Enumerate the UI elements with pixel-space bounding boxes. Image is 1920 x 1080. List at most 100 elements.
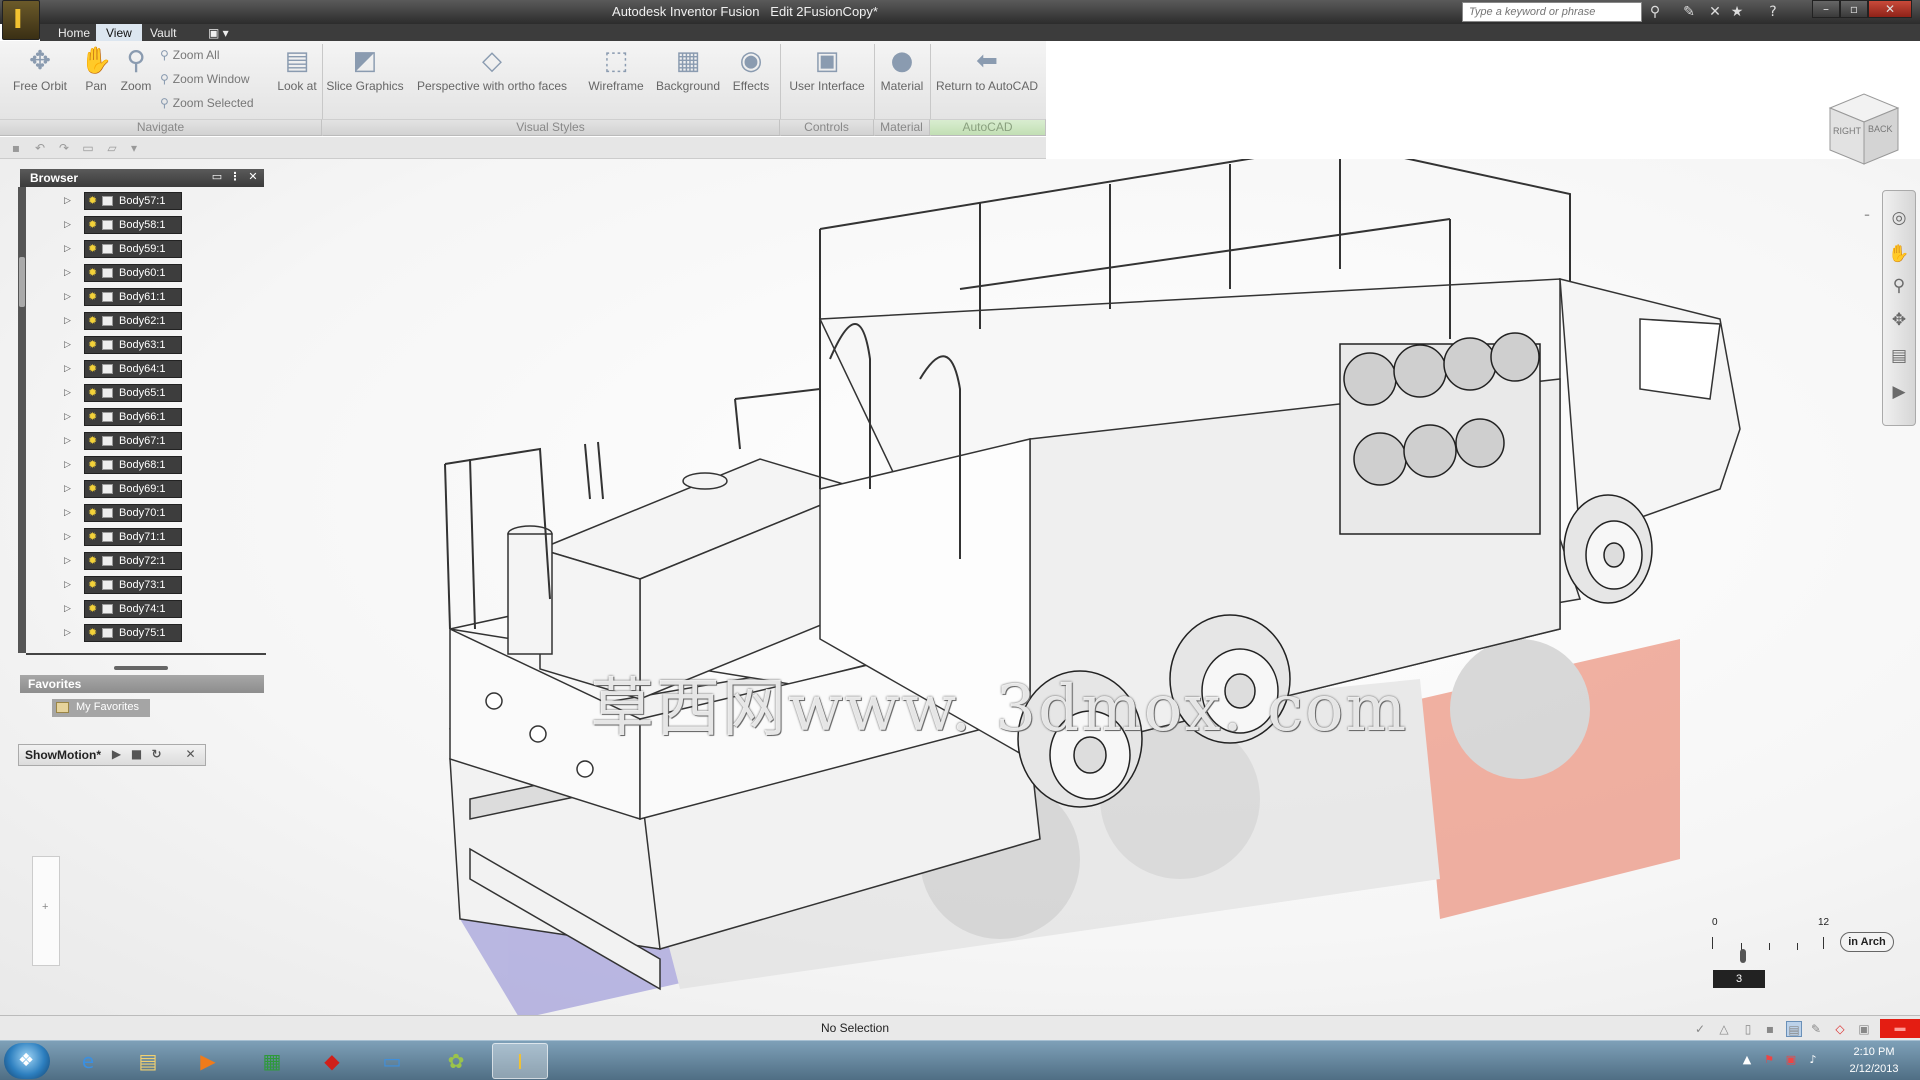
display-mode-icon[interactable]: ▤	[1786, 1021, 1802, 1037]
check-icon[interactable]: ✓	[1692, 1021, 1708, 1037]
show-hidden-icons-icon[interactable]: ▲	[1740, 1053, 1754, 1067]
browser-node[interactable]: ▷ ✹ Body58:1	[64, 215, 244, 239]
pen-icon[interactable]: ✎	[1808, 1021, 1824, 1037]
utility-app-icon[interactable]: ✿	[428, 1043, 484, 1079]
favorites-header[interactable]: Favorites	[20, 675, 264, 693]
visibility-bulb-icon[interactable]: ✹	[88, 195, 98, 207]
browser-node-chip[interactable]: ✹ Body65:1	[84, 384, 182, 402]
browser-scrollbar[interactable]	[18, 187, 26, 653]
lock-icon[interactable]: ▪	[1762, 1021, 1778, 1037]
perspective-button[interactable]: ◇ Perspective with ortho faces	[412, 45, 572, 93]
target-icon[interactable]: ◇	[1832, 1021, 1848, 1037]
browser-node[interactable]: ▷ ✹ Body67:1	[64, 431, 244, 455]
browser-node[interactable]: ▷ ✹ Body63:1	[64, 335, 244, 359]
pan-button[interactable]: ✋ Pan	[78, 45, 114, 93]
showmotion-icon[interactable]: ▶	[1888, 381, 1910, 403]
visibility-bulb-icon[interactable]: ✹	[88, 339, 98, 351]
viewcube[interactable]: RIGHT BACK	[1822, 90, 1904, 172]
browser-node-chip[interactable]: ✹ Body74:1	[84, 600, 182, 618]
remote-desktop-icon[interactable]: ▭	[364, 1043, 420, 1079]
expand-arrow-icon[interactable]: ▷	[64, 340, 74, 350]
pdf-reader-icon[interactable]: ◆	[304, 1043, 360, 1079]
browser-node[interactable]: ▷ ✹ Body59:1	[64, 239, 244, 263]
visibility-bulb-icon[interactable]: ✹	[88, 411, 98, 423]
close-button[interactable]: ✕	[1868, 0, 1912, 18]
graphics-viewport[interactable]: 草西网www. 3dmox. com – ▫ ✕	[0, 159, 1920, 1015]
expand-arrow-icon[interactable]: ▷	[64, 628, 74, 638]
browser-node-chip[interactable]: ✹ Body70:1	[84, 504, 182, 522]
expand-arrow-icon[interactable]: ▷	[64, 412, 74, 422]
expand-arrow-icon[interactable]: ▷	[64, 556, 74, 566]
favorites-star-icon[interactable]: ★	[1728, 3, 1746, 21]
browser-node-chip[interactable]: ✹ Body73:1	[84, 576, 182, 594]
browser-node[interactable]: ▷ ✹ Body74:1	[64, 599, 244, 623]
inventor-fusion-taskbar-icon[interactable]: I	[492, 1043, 548, 1079]
file-explorer-icon[interactable]: ▤	[120, 1043, 176, 1079]
browser-node-chip[interactable]: ✹ Body64:1	[84, 360, 182, 378]
visibility-bulb-icon[interactable]: ✹	[88, 555, 98, 567]
redo-icon[interactable]: ↷	[56, 140, 72, 156]
scale-value[interactable]: 3	[1713, 970, 1765, 988]
slice-graphics-button[interactable]: ◩ Slice Graphics	[326, 45, 404, 93]
subscription-icon[interactable]: ✕	[1706, 3, 1724, 21]
expand-arrow-icon[interactable]: ▷	[64, 268, 74, 278]
media-player-icon[interactable]: ▶	[180, 1043, 236, 1079]
zoom-icon[interactable]: ⚲	[1888, 275, 1910, 297]
expand-arrow-icon[interactable]: ▷	[64, 316, 74, 326]
search-input[interactable]	[1462, 2, 1642, 22]
tab-vault[interactable]: Vault	[140, 24, 186, 41]
status-indicator[interactable]: ▬	[1880, 1019, 1920, 1038]
browser-node[interactable]: ▷ ✹ Body75:1	[64, 623, 244, 647]
browser-node-chip[interactable]: ✹ Body69:1	[84, 480, 182, 498]
showmotion-close-icon[interactable]: ✕	[183, 747, 198, 762]
expand-arrow-icon[interactable]: ▷	[64, 508, 74, 518]
binoculars-icon[interactable]: ⚲	[1646, 3, 1664, 21]
browser-node-chip[interactable]: ✹ Body68:1	[84, 456, 182, 474]
browser-node-chip[interactable]: ✹ Body62:1	[84, 312, 182, 330]
network-icon[interactable]: ▣	[1784, 1053, 1798, 1067]
steering-wheel-icon[interactable]: ◎	[1888, 207, 1910, 229]
layout-icon[interactable]: ▣	[1856, 1021, 1872, 1037]
triangle-icon[interactable]: △	[1716, 1021, 1732, 1037]
visibility-bulb-icon[interactable]: ✹	[88, 243, 98, 255]
visibility-bulb-icon[interactable]: ✹	[88, 267, 98, 279]
browser-node[interactable]: ▷ ✹ Body72:1	[64, 551, 244, 575]
browser-node-chip[interactable]: ✹ Body66:1	[84, 408, 182, 426]
showmotion-thumbnail-area[interactable]: +	[32, 856, 60, 966]
viewport-minimize-icon[interactable]: –	[1860, 209, 1874, 221]
browser-node[interactable]: ▷ ✹ Body71:1	[64, 527, 244, 551]
browser-node-chip[interactable]: ✹ Body67:1	[84, 432, 182, 450]
play-icon[interactable]: ▶	[109, 747, 124, 762]
zoom-selected-button[interactable]: ⚲ Zoom Selected	[160, 96, 254, 110]
browser-scroll-thumb[interactable]	[19, 257, 25, 307]
visibility-bulb-icon[interactable]: ✹	[88, 579, 98, 591]
viewcube-right-face[interactable]: RIGHT	[1833, 126, 1861, 136]
new-icon[interactable]: ▭	[80, 140, 96, 156]
expand-arrow-icon[interactable]: ▷	[64, 532, 74, 542]
visibility-bulb-icon[interactable]: ✹	[88, 363, 98, 375]
expand-arrow-icon[interactable]: ▷	[64, 580, 74, 590]
zoom-all-button[interactable]: ⚲ Zoom All	[160, 48, 219, 62]
browser-node-chip[interactable]: ✹ Body71:1	[84, 528, 182, 546]
spreadsheet-app-icon[interactable]: ▦	[244, 1043, 300, 1079]
browser-node[interactable]: ▷ ✹ Body60:1	[64, 263, 244, 287]
maximize-button[interactable]: ▫	[1840, 0, 1868, 18]
look-at-button[interactable]: ▤ Look at	[272, 45, 322, 93]
browser-node-chip[interactable]: ✹ Body63:1	[84, 336, 182, 354]
visibility-bulb-icon[interactable]: ✹	[88, 627, 98, 639]
visibility-bulb-icon[interactable]: ✹	[88, 435, 98, 447]
browser-node[interactable]: ▷ ✹ Body73:1	[64, 575, 244, 599]
browser-options-icon[interactable]: ⋮	[228, 170, 242, 184]
browser-node-chip[interactable]: ✹ Body58:1	[84, 216, 182, 234]
document-icon[interactable]: ▯	[1740, 1021, 1756, 1037]
camera-dropdown[interactable]: ▣ ▾	[198, 24, 239, 41]
visibility-bulb-icon[interactable]: ✹	[88, 315, 98, 327]
browser-node-chip[interactable]: ✹ Body61:1	[84, 288, 182, 306]
browser-node[interactable]: ▷ ✹ Body68:1	[64, 455, 244, 479]
expand-arrow-icon[interactable]: ▷	[64, 292, 74, 302]
browser-resize-grip[interactable]	[114, 666, 168, 670]
visibility-bulb-icon[interactable]: ✹	[88, 483, 98, 495]
visibility-bulb-icon[interactable]: ✹	[88, 219, 98, 231]
expand-arrow-icon[interactable]: ▷	[64, 436, 74, 446]
browser-node[interactable]: ▷ ✹ Body57:1	[64, 191, 244, 215]
